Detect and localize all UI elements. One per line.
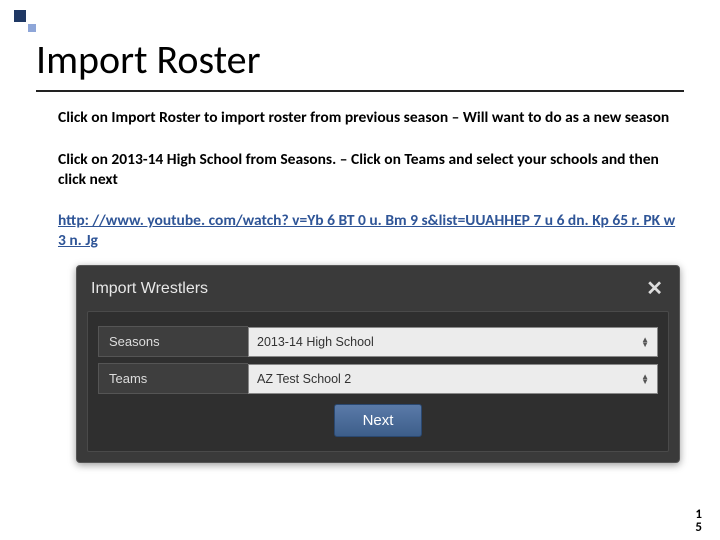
- youtube-link[interactable]: http: //www. youtube. com/watch? v=Yb 6 …: [58, 211, 676, 251]
- seasons-row: Seasons 2013-14 High School ▲▼: [98, 326, 658, 357]
- dialog-title: Import Wrestlers: [91, 280, 208, 298]
- page-number-bottom: 5: [695, 521, 702, 534]
- import-wrestlers-dialog: Import Wrestlers ✕ Seasons 2013-14 High …: [76, 265, 680, 463]
- paragraph-2: Click on 2013-14 High School from Season…: [58, 150, 676, 190]
- teams-label: Teams: [98, 363, 248, 394]
- seasons-label: Seasons: [98, 326, 248, 357]
- next-button[interactable]: Next: [334, 404, 423, 437]
- teams-value: AZ Test School 2: [257, 372, 351, 386]
- page-number: 1 5: [695, 508, 702, 534]
- paragraph-1: Click on Import Roster to import roster …: [58, 108, 676, 128]
- close-icon[interactable]: ✕: [642, 276, 667, 301]
- teams-select[interactable]: AZ Test School 2 ▲▼: [248, 364, 658, 394]
- select-arrows-icon: ▲▼: [641, 337, 649, 347]
- select-arrows-icon: ▲▼: [641, 374, 649, 384]
- seasons-select[interactable]: 2013-14 High School ▲▼: [248, 327, 658, 357]
- page-title: Import Roster: [0, 0, 720, 84]
- teams-row: Teams AZ Test School 2 ▲▼: [98, 363, 658, 394]
- seasons-value: 2013-14 High School: [257, 335, 374, 349]
